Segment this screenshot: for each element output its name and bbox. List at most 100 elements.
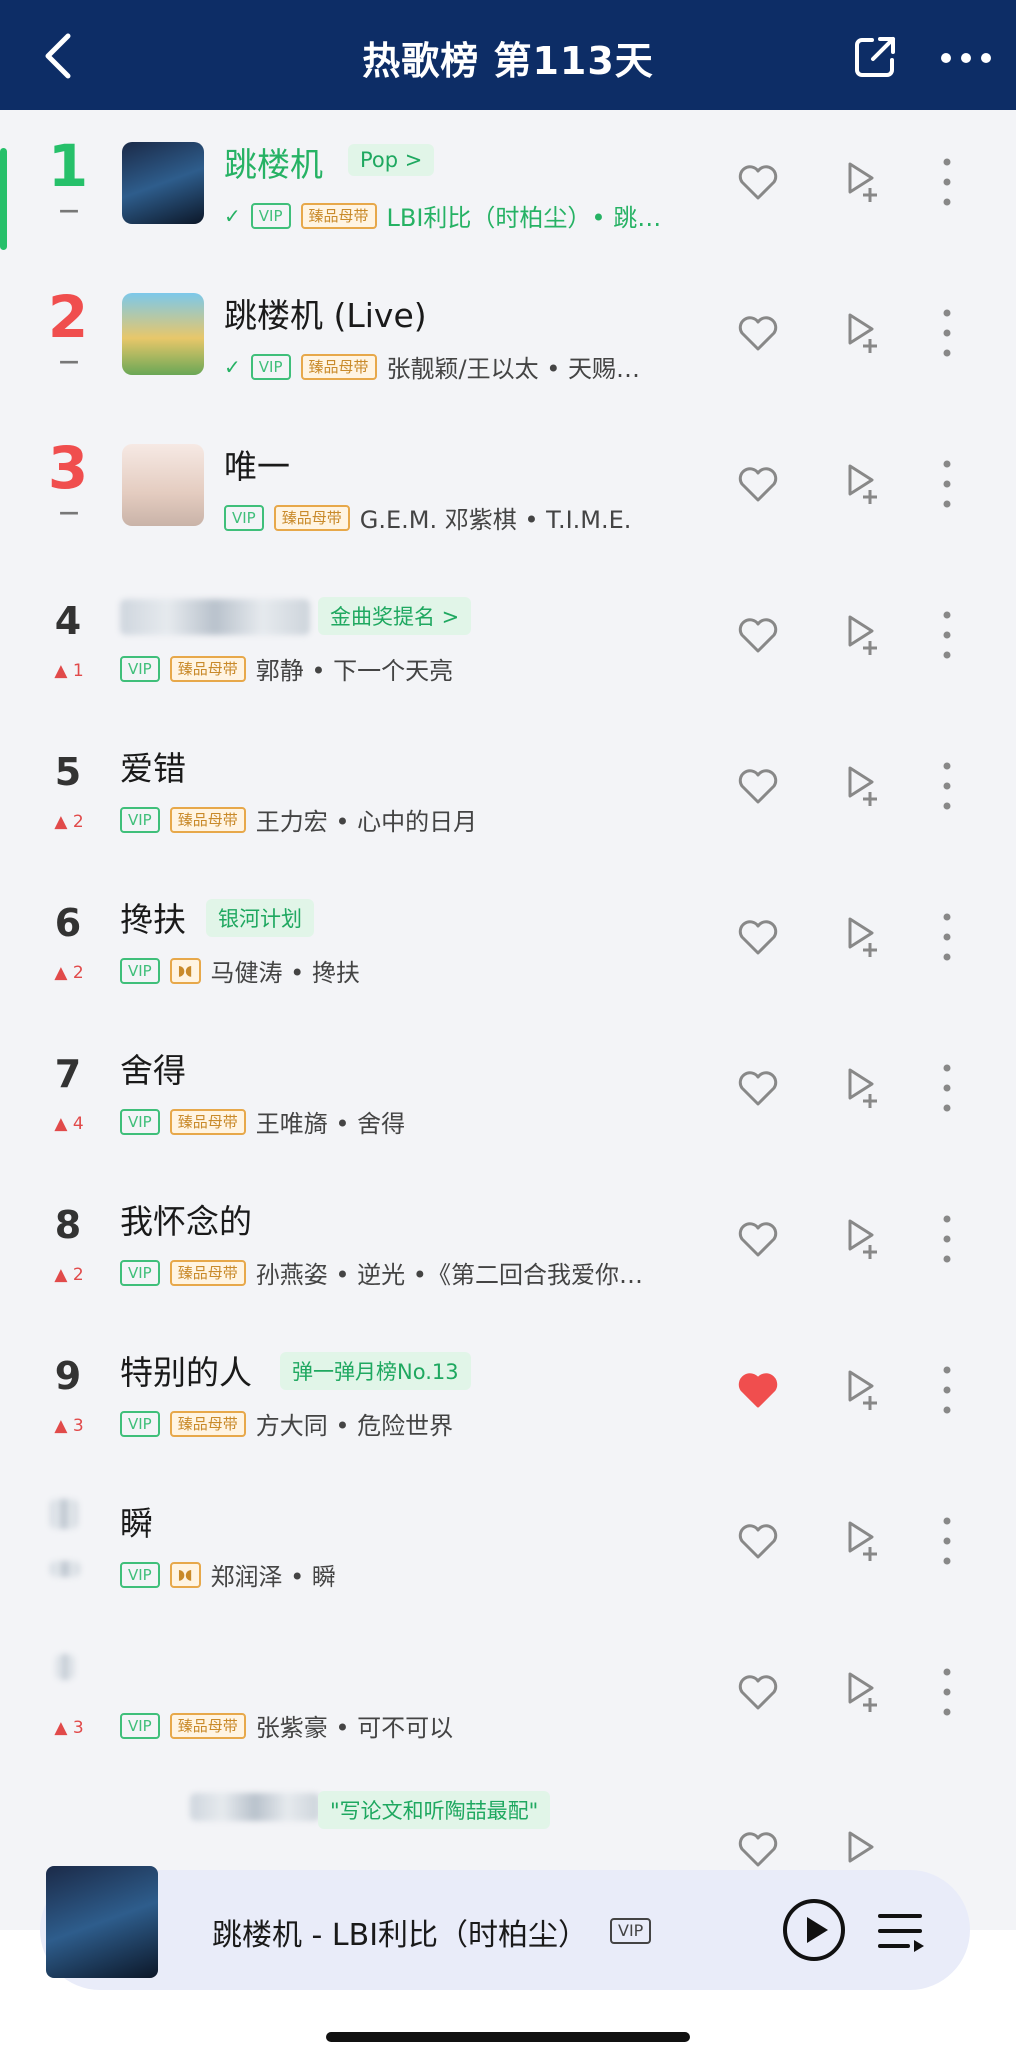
rank-trend: ▲ 4 [54,1114,84,1134]
heart-icon[interactable] [736,1066,780,1110]
artist-album[interactable]: 王力宏 • 心中的日月 [256,802,477,837]
song-meta: VIP 臻品母带 方大同 • 危险世界 [120,1406,453,1441]
song-meta: ✓ VIP 臻品母带 张靓颖/王以太 • 天赐… [224,349,640,384]
rank-trend: ▲ 3 [54,1718,84,1738]
song-row-6[interactable]: 6 ▲ 2 搀扶 银河计划 VIP ◗◖ 马健涛 • 搀扶 [0,865,1016,1016]
add-to-playlist-icon[interactable] [840,309,884,357]
song-meta: VIP ◗◖ 郑润泽 • 瞬 [120,1557,336,1592]
now-playing-text[interactable]: 跳楼机 - LBI利比（时柏尘） [212,1910,588,1954]
heart-filled-icon[interactable] [736,1368,780,1412]
add-to-playlist-icon[interactable] [840,1827,884,1875]
song-row-8[interactable]: 8 ▲ 2 我怀念的 VIP 臻品母带 孙燕姿 • 逆光 •《第二回合我爱你… [0,1167,1016,1318]
vip-badge: VIP [120,1410,160,1437]
award-tag[interactable]: 金曲奖提名 > [318,597,472,635]
rank-number: 2 [47,283,89,351]
master-quality-badge: 臻品母带 [169,1712,246,1739]
add-to-playlist-icon[interactable] [840,913,884,961]
blurred-rank [50,1499,78,1529]
song-row-9[interactable]: 9 ▲ 3 特别的人 弹一弹月榜No.13 VIP 臻品母带 方大同 • 危险世… [0,1318,1016,1469]
artist-album[interactable]: 张靓颖/王以太 • 天赐… [387,349,641,384]
heart-icon[interactable] [736,1670,780,1714]
blurred-song-title [190,1793,320,1821]
more-vertical-icon[interactable] [935,758,959,814]
song-meta: VIP 臻品母带 王力宏 • 心中的日月 [120,802,477,837]
master-quality-badge: 臻品母带 [169,1410,246,1437]
more-vertical-icon[interactable] [935,1664,959,1720]
heart-icon[interactable] [736,311,780,355]
blurred-rank [56,1654,74,1680]
ranking-tag[interactable]: 弹一弹月榜No.13 [280,1352,471,1390]
mini-player[interactable]: 跳楼机 - LBI利比（时柏尘） VIP [40,1866,970,1990]
vip-badge: VIP [120,1561,160,1588]
top-bar: 热歌榜 第113天 [0,0,1016,110]
vip-badge: VIP [120,957,160,984]
more-vertical-icon[interactable] [935,1211,959,1267]
artist-album[interactable]: LBI利比（时柏尘）• 跳… [387,198,662,233]
now-playing-cover[interactable] [46,1866,158,1978]
heart-icon[interactable] [736,160,780,204]
vip-badge: VIP [120,1108,160,1135]
add-to-playlist-icon[interactable] [840,762,884,810]
artist-album[interactable]: 郑润泽 • 瞬 [211,1557,336,1592]
check-icon: ✓ [224,203,241,228]
heart-icon[interactable] [736,613,780,657]
more-vertical-icon[interactable] [935,456,959,512]
album-cover[interactable] [122,444,204,526]
add-to-playlist-icon[interactable] [840,1366,884,1414]
heart-icon[interactable] [736,462,780,506]
rank-trend: — [59,198,79,222]
song-title: 舍得 [120,1051,186,1090]
program-tag[interactable]: 银河计划 [206,899,314,937]
add-to-playlist-icon[interactable] [840,1517,884,1565]
more-vertical-icon[interactable] [935,909,959,965]
more-vertical-icon[interactable] [935,1513,959,1569]
song-row-7[interactable]: 7 ▲ 4 舍得 VIP 臻品母带 王唯旖 • 舍得 [0,1016,1016,1167]
add-to-playlist-icon[interactable] [840,1064,884,1112]
artist-album[interactable]: 王唯旖 • 舍得 [256,1104,405,1139]
more-vertical-icon[interactable] [935,1060,959,1116]
song-row-1[interactable]: 1 — 跳楼机 Pop > ✓ VIP 臻品母带 LBI利比（时柏尘）• 跳… [0,110,1016,261]
vip-badge: VIP [120,655,160,682]
genre-tag[interactable]: Pop > [348,144,435,176]
artist-album[interactable]: 郭静 • 下一个天亮 [256,651,453,686]
home-indicator [326,2032,690,2042]
artist-album[interactable]: 方大同 • 危险世界 [256,1406,453,1441]
artist-album[interactable]: G.E.M. 邓紫棋 • T.I.M.E. [360,500,632,535]
comment-tag[interactable]: "写论文和听陶喆最配" [318,1791,551,1829]
vip-badge: VIP [120,1712,160,1739]
heart-icon[interactable] [736,764,780,808]
heart-icon[interactable] [736,1217,780,1261]
song-title: 唯一 [224,447,290,486]
artist-album[interactable]: 张紫豪 • 可不可以 [256,1708,453,1743]
song-row-5[interactable]: 5 ▲ 2 爱错 VIP 臻品母带 王力宏 • 心中的日月 [0,714,1016,865]
add-to-playlist-icon[interactable] [840,158,884,206]
song-row-11[interactable]: ▲ 3 VIP 臻品母带 张紫豪 • 可不可以 [0,1620,1016,1771]
more-vertical-icon[interactable] [935,607,959,663]
song-row-3[interactable]: 3 — 唯一 VIP 臻品母带 G.E.M. 邓紫棋 • T.I.M.E. [0,412,1016,563]
add-to-playlist-icon[interactable] [840,611,884,659]
artist-album[interactable]: 马健涛 • 搀扶 [211,953,360,988]
add-to-playlist-icon[interactable] [840,1668,884,1716]
song-row-10[interactable]: 瞬 VIP ◗◖ 郑润泽 • 瞬 [0,1469,1016,1620]
add-to-playlist-icon[interactable] [840,460,884,508]
share-icon[interactable] [852,34,898,80]
song-row-2[interactable]: 2 — 跳楼机 (Live) ✓ VIP 臻品母带 张靓颖/王以太 • 天赐… [0,261,1016,412]
rank-trend: ▲ 1 [54,661,84,681]
playlist-queue-icon[interactable] [876,1908,928,1954]
more-horizontal-icon[interactable] [938,48,994,68]
heart-icon[interactable] [736,1519,780,1563]
more-vertical-icon[interactable] [935,1362,959,1418]
more-vertical-icon[interactable] [935,154,959,210]
add-to-playlist-icon[interactable] [840,1215,884,1263]
artist-album[interactable]: 孙燕姿 • 逆光 •《第二回合我爱你… [256,1255,643,1290]
more-vertical-icon[interactable] [935,305,959,361]
album-cover[interactable] [122,293,204,375]
album-cover[interactable] [122,142,204,224]
song-meta: VIP ◗◖ 马健涛 • 搀扶 [120,953,360,988]
heart-icon[interactable] [736,915,780,959]
play-icon[interactable] [782,1898,846,1962]
heart-icon[interactable] [736,1827,780,1871]
song-row-4[interactable]: 4 ▲ 1 金曲奖提名 > VIP 臻品母带 郭静 • 下一个天亮 [0,563,1016,714]
rank-number: 3 [47,434,89,502]
song-title: 跳楼机 (Live) [224,296,427,335]
